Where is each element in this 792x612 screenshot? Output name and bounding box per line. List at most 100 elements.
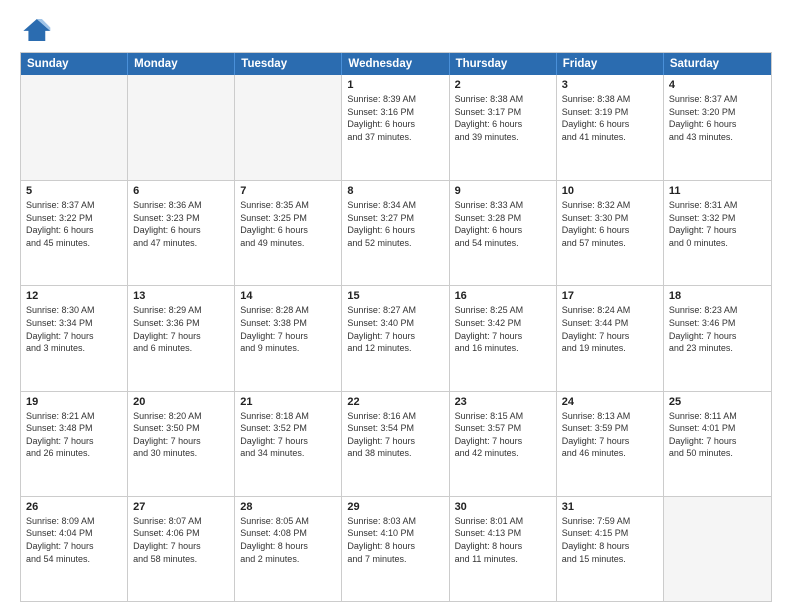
calendar-row-5: 26 Sunrise: 8:09 AM Sunset: 4:04 PM Dayli… xyxy=(21,496,771,601)
day-number: 1 xyxy=(347,79,443,91)
calendar-cell xyxy=(128,75,235,180)
calendar-cell: 19 Sunrise: 8:21 AM Sunset: 3:48 PM Dayli… xyxy=(21,392,128,496)
logo xyxy=(20,16,56,44)
weekday-header-wednesday: Wednesday xyxy=(342,53,449,75)
calendar-cell xyxy=(21,75,128,180)
cell-text: Sunrise: 8:21 AM Sunset: 3:48 PM Dayligh… xyxy=(26,410,122,460)
cell-text: Sunrise: 8:33 AM Sunset: 3:28 PM Dayligh… xyxy=(455,199,551,249)
calendar-cell: 15 Sunrise: 8:27 AM Sunset: 3:40 PM Dayli… xyxy=(342,286,449,390)
calendar-cell: 8 Sunrise: 8:34 AM Sunset: 3:27 PM Daylig… xyxy=(342,181,449,285)
day-number: 11 xyxy=(669,185,766,197)
cell-text: Sunrise: 8:24 AM Sunset: 3:44 PM Dayligh… xyxy=(562,304,658,354)
day-number: 25 xyxy=(669,396,766,408)
calendar-cell: 31 Sunrise: 7:59 AM Sunset: 4:15 PM Dayli… xyxy=(557,497,664,601)
day-number: 18 xyxy=(669,290,766,302)
calendar-cell: 16Sunrise: 8:25 AM Sunset: 3:42 PM Dayli… xyxy=(450,286,557,390)
calendar-cell: 5Sunrise: 8:37 AM Sunset: 3:22 PM Daylig… xyxy=(21,181,128,285)
cell-text: Sunrise: 8:32 AM Sunset: 3:30 PM Dayligh… xyxy=(562,199,658,249)
cell-text: Sunrise: 8:03 AM Sunset: 4:10 PM Dayligh… xyxy=(347,515,443,565)
weekday-header-thursday: Thursday xyxy=(450,53,557,75)
cell-text: Sunrise: 8:18 AM Sunset: 3:52 PM Dayligh… xyxy=(240,410,336,460)
cell-text: Sunrise: 8:30 AM Sunset: 3:34 PM Dayligh… xyxy=(26,304,122,354)
calendar-cell: 20 Sunrise: 8:20 AM Sunset: 3:50 PM Dayli… xyxy=(128,392,235,496)
weekday-header-friday: Friday xyxy=(557,53,664,75)
calendar-cell: 2Sunrise: 8:38 AM Sunset: 3:17 PM Daylig… xyxy=(450,75,557,180)
day-number: 28 xyxy=(240,501,336,513)
cell-text: Sunrise: 7:59 AM Sunset: 4:15 PM Dayligh… xyxy=(562,515,658,565)
cell-text: Sunrise: 8:38 AM Sunset: 3:17 PM Dayligh… xyxy=(455,93,551,143)
cell-text: Sunrise: 8:36 AM Sunset: 3:23 PM Dayligh… xyxy=(133,199,229,249)
day-number: 19 xyxy=(26,396,122,408)
calendar-row-4: 19 Sunrise: 8:21 AM Sunset: 3:48 PM Dayli… xyxy=(21,391,771,496)
day-number: 21 xyxy=(240,396,336,408)
calendar-cell: 6 Sunrise: 8:36 AM Sunset: 3:23 PM Daylig… xyxy=(128,181,235,285)
day-number: 9 xyxy=(455,185,551,197)
day-number: 31 xyxy=(562,501,658,513)
cell-text: Sunrise: 8:15 AM Sunset: 3:57 PM Dayligh… xyxy=(455,410,551,460)
calendar: SundayMondayTuesdayWednesdayThursdayFrid… xyxy=(20,52,772,602)
calendar-cell: 29 Sunrise: 8:03 AM Sunset: 4:10 PM Dayli… xyxy=(342,497,449,601)
calendar-cell xyxy=(235,75,342,180)
day-number: 27 xyxy=(133,501,229,513)
day-number: 15 xyxy=(347,290,443,302)
cell-text: Sunrise: 8:34 AM Sunset: 3:27 PM Dayligh… xyxy=(347,199,443,249)
day-number: 10 xyxy=(562,185,658,197)
calendar-cell: 10 Sunrise: 8:32 AM Sunset: 3:30 PM Dayli… xyxy=(557,181,664,285)
cell-text: Sunrise: 8:13 AM Sunset: 3:59 PM Dayligh… xyxy=(562,410,658,460)
day-number: 20 xyxy=(133,396,229,408)
cell-text: Sunrise: 8:35 AM Sunset: 3:25 PM Dayligh… xyxy=(240,199,336,249)
cell-text: Sunrise: 8:23 AM Sunset: 3:46 PM Dayligh… xyxy=(669,304,766,354)
day-number: 23 xyxy=(455,396,551,408)
weekday-header-saturday: Saturday xyxy=(664,53,771,75)
cell-text: Sunrise: 8:29 AM Sunset: 3:36 PM Dayligh… xyxy=(133,304,229,354)
cell-text: Sunrise: 8:38 AM Sunset: 3:19 PM Dayligh… xyxy=(562,93,658,143)
calendar-cell: 22Sunrise: 8:16 AM Sunset: 3:54 PM Dayli… xyxy=(342,392,449,496)
cell-text: Sunrise: 8:31 AM Sunset: 3:32 PM Dayligh… xyxy=(669,199,766,249)
calendar-cell: 28 Sunrise: 8:05 AM Sunset: 4:08 PM Dayli… xyxy=(235,497,342,601)
calendar-cell: 18 Sunrise: 8:23 AM Sunset: 3:46 PM Dayli… xyxy=(664,286,771,390)
weekday-header-monday: Monday xyxy=(128,53,235,75)
day-number: 14 xyxy=(240,290,336,302)
cell-text: Sunrise: 8:39 AM Sunset: 3:16 PM Dayligh… xyxy=(347,93,443,143)
calendar-cell xyxy=(664,497,771,601)
calendar-cell: 12Sunrise: 8:30 AM Sunset: 3:34 PM Dayli… xyxy=(21,286,128,390)
day-number: 4 xyxy=(669,79,766,91)
day-number: 3 xyxy=(562,79,658,91)
calendar-cell: 3 Sunrise: 8:38 AM Sunset: 3:19 PM Daylig… xyxy=(557,75,664,180)
day-number: 17 xyxy=(562,290,658,302)
calendar-cell: 14 Sunrise: 8:28 AM Sunset: 3:38 PM Dayli… xyxy=(235,286,342,390)
calendar-cell: 11 Sunrise: 8:31 AM Sunset: 3:32 PM Dayli… xyxy=(664,181,771,285)
day-number: 8 xyxy=(347,185,443,197)
day-number: 13 xyxy=(133,290,229,302)
calendar-cell: 25 Sunrise: 8:11 AM Sunset: 4:01 PM Dayli… xyxy=(664,392,771,496)
weekday-header-tuesday: Tuesday xyxy=(235,53,342,75)
day-number: 24 xyxy=(562,396,658,408)
cell-text: Sunrise: 8:27 AM Sunset: 3:40 PM Dayligh… xyxy=(347,304,443,354)
calendar-row-3: 12Sunrise: 8:30 AM Sunset: 3:34 PM Dayli… xyxy=(21,285,771,390)
calendar-cell: 1 Sunrise: 8:39 AM Sunset: 3:16 PM Daylig… xyxy=(342,75,449,180)
cell-text: Sunrise: 8:05 AM Sunset: 4:08 PM Dayligh… xyxy=(240,515,336,565)
day-number: 29 xyxy=(347,501,443,513)
day-number: 22 xyxy=(347,396,443,408)
day-number: 16 xyxy=(455,290,551,302)
calendar-cell: 17 Sunrise: 8:24 AM Sunset: 3:44 PM Dayli… xyxy=(557,286,664,390)
cell-text: Sunrise: 8:07 AM Sunset: 4:06 PM Dayligh… xyxy=(133,515,229,565)
calendar-header: SundayMondayTuesdayWednesdayThursdayFrid… xyxy=(21,53,771,75)
day-number: 30 xyxy=(455,501,551,513)
day-number: 26 xyxy=(26,501,122,513)
cell-text: Sunrise: 8:09 AM Sunset: 4:04 PM Dayligh… xyxy=(26,515,122,565)
calendar-cell: 9 Sunrise: 8:33 AM Sunset: 3:28 PM Daylig… xyxy=(450,181,557,285)
cell-text: Sunrise: 8:11 AM Sunset: 4:01 PM Dayligh… xyxy=(669,410,766,460)
day-number: 6 xyxy=(133,185,229,197)
cell-text: Sunrise: 8:37 AM Sunset: 3:20 PM Dayligh… xyxy=(669,93,766,143)
calendar-body: 1 Sunrise: 8:39 AM Sunset: 3:16 PM Daylig… xyxy=(21,75,771,601)
cell-text: Sunrise: 8:20 AM Sunset: 3:50 PM Dayligh… xyxy=(133,410,229,460)
calendar-cell: 4 Sunrise: 8:37 AM Sunset: 3:20 PM Daylig… xyxy=(664,75,771,180)
cell-text: Sunrise: 8:28 AM Sunset: 3:38 PM Dayligh… xyxy=(240,304,336,354)
day-number: 7 xyxy=(240,185,336,197)
calendar-cell: 13 Sunrise: 8:29 AM Sunset: 3:36 PM Dayli… xyxy=(128,286,235,390)
header xyxy=(20,16,772,44)
logo-icon xyxy=(20,16,52,44)
calendar-cell: 30Sunrise: 8:01 AM Sunset: 4:13 PM Dayli… xyxy=(450,497,557,601)
calendar-cell: 21 Sunrise: 8:18 AM Sunset: 3:52 PM Dayli… xyxy=(235,392,342,496)
